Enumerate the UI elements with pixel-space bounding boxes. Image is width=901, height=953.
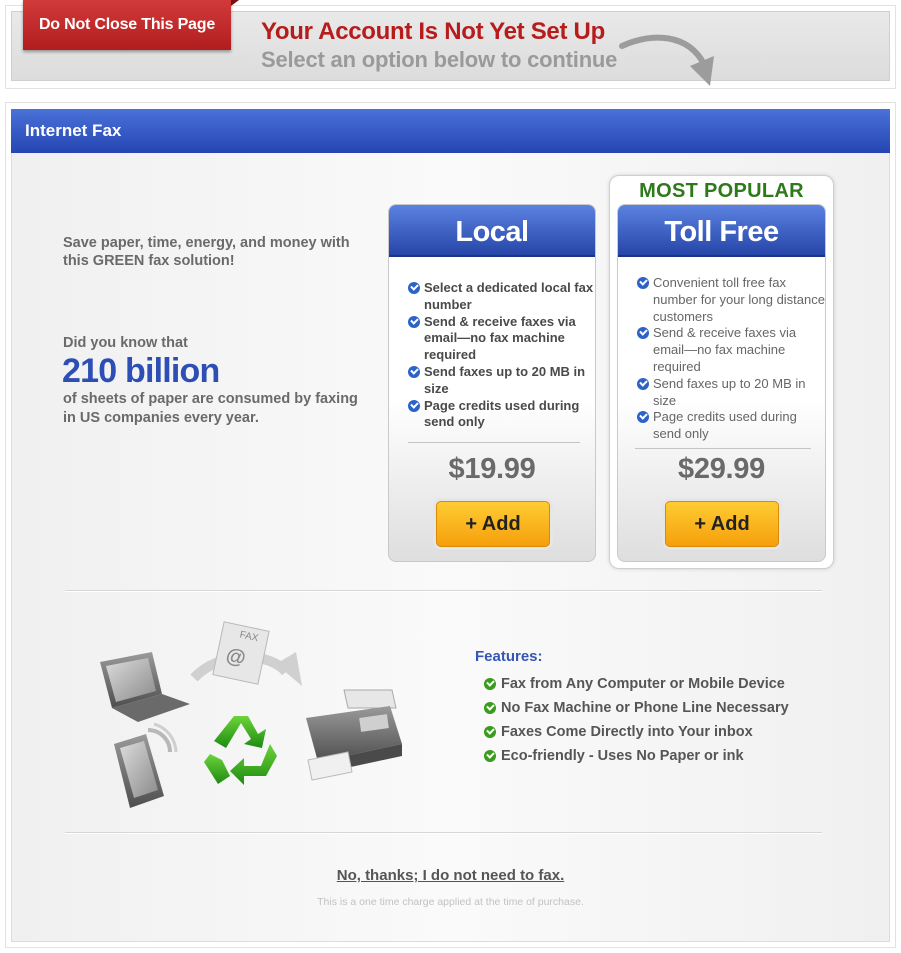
most-popular-label: MOST POPULAR [639, 180, 804, 202]
paper-statistic: 210 billion [62, 352, 220, 390]
curved-arrow-icon [619, 34, 714, 86]
features-list: Fax from Any Computer or Mobile Device N… [484, 672, 789, 768]
check-icon [484, 726, 496, 738]
banner-title: Your Account Is Not Yet Set Up [261, 18, 605, 45]
check-icon [408, 315, 420, 328]
card-divider [408, 442, 580, 443]
check-icon [408, 399, 420, 412]
plan-feature: Page credits used during send only [408, 398, 595, 432]
fax-workflow-illustration: FAX @ [100, 621, 402, 808]
check-icon [637, 327, 649, 340]
plan-features-toll-free: Convenient toll free fax number for your… [637, 275, 825, 443]
decline-link[interactable]: No, thanks; I do not need to fax. [337, 867, 565, 884]
feature-item: No Fax Machine or Phone Line Necessary [484, 696, 789, 720]
plan-card-toll-free: Toll Free Convenient toll free fax numbe… [617, 204, 826, 562]
plan-feature: Send faxes up to 20 MB in size [637, 376, 825, 410]
banner-subtitle: Select an option below to continue [261, 47, 618, 72]
plan-card-local: Local Select a dedicated local fax numbe… [388, 204, 596, 562]
feature-item: Eco-friendly - Uses No Paper or ink [484, 744, 789, 768]
feature-item: Faxes Come Directly into Your inbox [484, 720, 789, 744]
pitch-text: Save paper, time, energy, and money with… [63, 235, 350, 269]
check-icon [408, 365, 420, 378]
plan-feature: Send & receive faxes via email—no fax ma… [637, 325, 825, 375]
tab-fold [231, 0, 239, 6]
check-icon [484, 702, 496, 714]
check-icon [484, 678, 496, 690]
check-icon [637, 277, 649, 289]
fax-machine-icon [306, 689, 402, 781]
feature-item: Fax from Any Computer or Mobile Device [484, 672, 789, 696]
check-icon [637, 377, 649, 390]
check-icon [484, 750, 496, 762]
decline-row: No, thanks; I do not need to fax. [0, 867, 901, 884]
plan-feature: Convenient toll free fax number for your… [637, 275, 825, 325]
laptop-icon [100, 652, 190, 722]
price-toll-free: $29.99 [678, 453, 765, 485]
price-local: $19.99 [448, 453, 536, 485]
plan-feature: Send faxes up to 20 MB in size [408, 364, 595, 398]
statistic-caption: of sheets of paper are consumed by faxin… [63, 391, 358, 426]
section-divider [65, 832, 822, 834]
check-icon [637, 411, 649, 424]
plan-title-toll-free: Toll Free [618, 205, 825, 257]
email-fax-icon: FAX @ [212, 621, 270, 685]
plan-feature: Select a dedicated local fax number [408, 280, 595, 314]
features-heading: Features: [475, 648, 543, 665]
fine-print: This is a one time charge applied at the… [317, 896, 584, 908]
section-header: Internet Fax [11, 109, 890, 153]
smartphone-icon [114, 734, 164, 808]
plan-title-local: Local [389, 205, 595, 257]
section-divider [65, 590, 822, 592]
card-divider [635, 448, 811, 449]
plan-features-local: Select a dedicated local fax number Send… [408, 280, 595, 431]
add-toll-free-button[interactable]: + Add [665, 501, 779, 547]
check-icon [408, 282, 420, 294]
add-local-button[interactable]: + Add [436, 501, 550, 547]
did-you-know-text: Did you know that [63, 335, 188, 351]
do-not-close-tab: Do Not Close This Page [23, 0, 231, 50]
plan-feature: Page credits used during send only [637, 409, 825, 443]
recycle-icon [204, 716, 277, 785]
plan-feature: Send & receive faxes via email—no fax ma… [408, 314, 595, 364]
